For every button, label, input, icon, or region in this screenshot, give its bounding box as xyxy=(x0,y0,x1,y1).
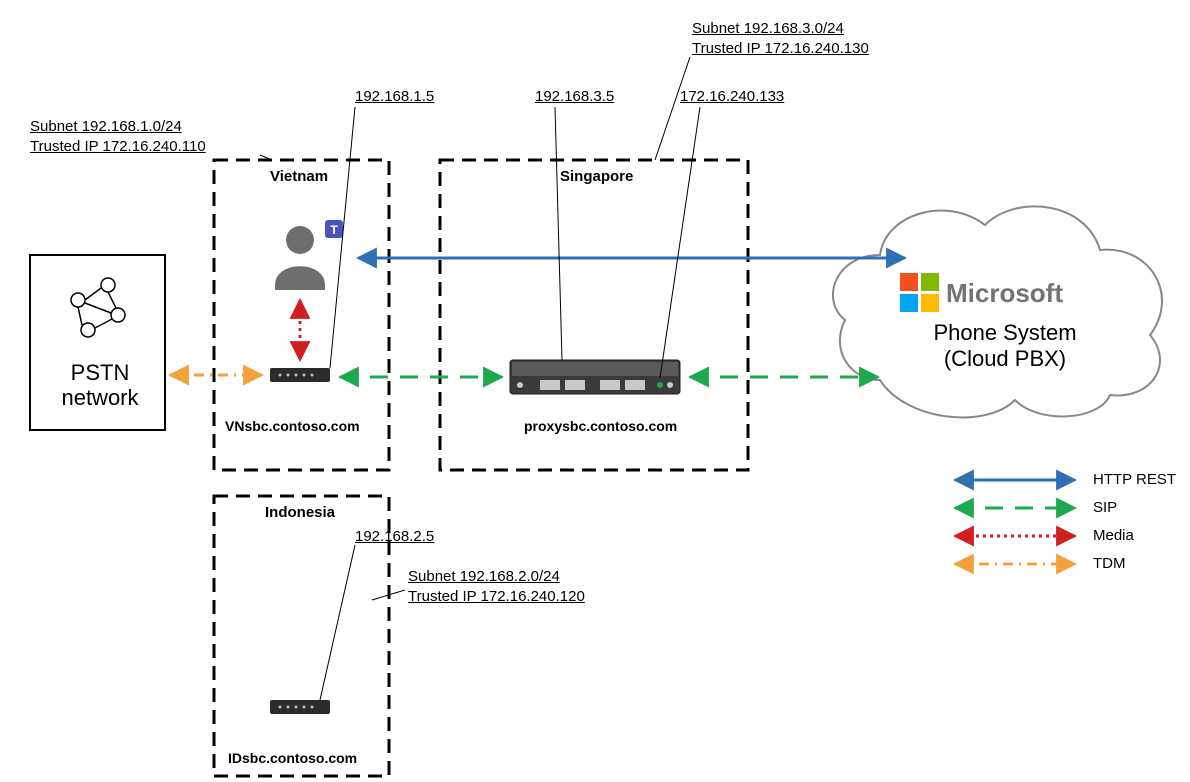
singapore-subnet-label: Subnet 192.168.3.0/24 xyxy=(692,20,844,37)
vn-sbc-device-icon xyxy=(270,368,330,382)
sg-sbc-host: proxysbc.contoso.com xyxy=(524,418,677,434)
proxy-sbc-device-icon xyxy=(510,360,680,394)
network-icon xyxy=(71,278,125,337)
legend-sip-label: SIP xyxy=(1093,499,1117,516)
vietnam-title: Vietnam xyxy=(270,168,328,185)
cloud-line2: (Cloud PBX) xyxy=(944,346,1066,371)
user-icon xyxy=(275,226,325,290)
singapore-trusted-label: Trusted IP 172.16.240.130 xyxy=(692,40,869,57)
id-sbc-host: IDsbc.contoso.com xyxy=(228,750,357,766)
indonesia-subnet-label: Subnet 192.168.2.0/24 xyxy=(408,568,560,585)
vn-sbc-ip-label: 192.168.1.5 xyxy=(355,88,434,105)
pstn-label: PSTN network xyxy=(55,360,145,411)
leader-id-ip xyxy=(320,545,355,700)
id-sbc-device-icon xyxy=(270,700,330,714)
cloud-line1: Phone System xyxy=(933,320,1076,345)
cloud-caption: Phone System (Cloud PBX) xyxy=(905,320,1105,373)
legend-media-label: Media xyxy=(1093,527,1134,544)
cloud-icon xyxy=(833,206,1162,417)
vietnam-trusted-label: Trusted IP 172.16.240.110 xyxy=(30,138,206,155)
pstn-line1: PSTN xyxy=(71,360,130,385)
teams-icon-glyph: T xyxy=(330,223,338,237)
singapore-title: Singapore xyxy=(560,168,633,185)
indonesia-title: Indonesia xyxy=(265,504,335,521)
indonesia-trusted-label: Trusted IP 172.16.240.120 xyxy=(408,588,585,605)
legend-http-label: HTTP REST xyxy=(1093,471,1176,488)
legend-tdm-label: TDM xyxy=(1093,555,1126,572)
vn-sbc-host: VNsbc.contoso.com xyxy=(225,418,360,434)
id-sbc-ip-label: 192.168.2.5 xyxy=(355,528,434,545)
microsoft-brand: Microsoft xyxy=(946,278,1063,309)
leader-sg-pubip xyxy=(660,107,700,378)
leader-singapore-box xyxy=(655,57,690,160)
leader-sg-ip xyxy=(555,107,562,360)
sg-public-ip-label: 172.16.240.133 xyxy=(680,88,784,105)
sg-sbc-ip-label: 192.168.3.5 xyxy=(535,88,614,105)
vietnam-subnet-label: Subnet 192.168.1.0/24 xyxy=(30,118,182,135)
pstn-line2: network xyxy=(61,385,138,410)
